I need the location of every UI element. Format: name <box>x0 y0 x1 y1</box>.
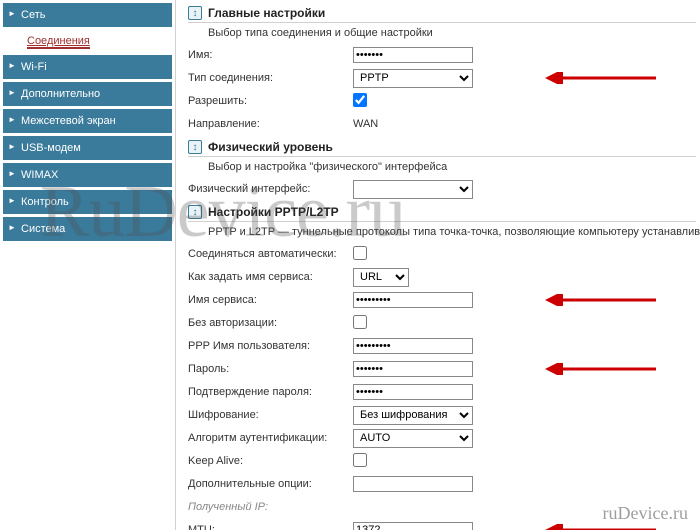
sidebar-item-wifi[interactable]: Wi-Fi <box>3 55 172 79</box>
section-desc: Выбор типа соединения и общие настройки <box>208 27 696 39</box>
sidebar-item-wimax[interactable]: WIMAX <box>3 163 172 187</box>
sidebar-item-control[interactable]: Контроль <box>3 190 172 214</box>
label-auth-algo: Алгоритм аутентификации: <box>188 432 353 444</box>
sidebar-item-advanced[interactable]: Дополнительно <box>3 82 172 106</box>
keep-alive-checkbox[interactable] <box>353 453 367 467</box>
no-auth-checkbox[interactable] <box>353 315 367 329</box>
label-password-confirm: Подтверждение пароля: <box>188 386 353 398</box>
extra-opts-input[interactable] <box>353 476 473 492</box>
label-phys-iface: Физический интерфейс: <box>188 183 353 195</box>
auto-connect-checkbox[interactable] <box>353 246 367 260</box>
sidebar-item-network[interactable]: Сеть <box>3 3 172 27</box>
section-desc: PPTP и L2TP — туннельные протоколы типа … <box>208 226 696 238</box>
label-ppp-user: PPP Имя пользователя: <box>188 340 353 352</box>
label-password: Пароль: <box>188 363 353 375</box>
label-encryption: Шифрование: <box>188 409 353 421</box>
password-confirm-input[interactable] <box>353 384 473 400</box>
label-no-auth: Без авторизации: <box>188 317 353 329</box>
sidebar-item-system[interactable]: Система <box>3 217 172 241</box>
arrow-annotation-icon <box>538 72 658 84</box>
sidebar-item-firewall[interactable]: Межсетевой экран <box>3 109 172 133</box>
sidebar: Сеть Соединения Wi-Fi Дополнительно Межс… <box>0 0 175 530</box>
collapse-icon[interactable]: ↕ <box>188 6 202 20</box>
label-name: Имя: <box>188 49 353 61</box>
encryption-select[interactable]: Без шифрования <box>353 406 473 425</box>
label-service-name: Имя сервиса: <box>188 294 353 306</box>
section-title: Главные настройки <box>208 6 325 20</box>
label-mtu: MTU: <box>188 524 353 530</box>
label-conn-type: Тип соединения: <box>188 72 353 84</box>
collapse-icon[interactable]: ↕ <box>188 140 202 154</box>
conn-type-select[interactable]: PPTP <box>353 69 473 88</box>
section-header-phys: ↕ Физический уровень <box>188 140 696 157</box>
direction-value: WAN <box>353 118 378 130</box>
label-direction: Направление: <box>188 118 353 130</box>
service-name-input[interactable] <box>353 292 473 308</box>
sidebar-item-usb-modem[interactable]: USB-модем <box>3 136 172 160</box>
mtu-input[interactable] <box>353 522 473 530</box>
label-extra-opts: Дополнительные опции: <box>188 478 353 490</box>
sidebar-subitem-connections[interactable]: Соединения <box>3 30 172 52</box>
auth-algo-select[interactable]: AUTO <box>353 429 473 448</box>
allow-checkbox[interactable] <box>353 93 367 107</box>
label-service-how: Как задать имя сервиса: <box>188 271 353 283</box>
password-input[interactable] <box>353 361 473 377</box>
main-content: ↕ Главные настройки Выбор типа соединени… <box>175 0 700 530</box>
label-allow: Разрешить: <box>188 95 353 107</box>
arrow-annotation-icon <box>538 524 658 530</box>
collapse-icon[interactable]: ↕ <box>188 205 202 219</box>
label-keep-alive: Keep Alive: <box>188 455 353 467</box>
section-title: Настройки PPTP/L2TP <box>208 205 339 219</box>
label-obtained-ip: Полученный IP: <box>188 501 353 513</box>
section-desc: Выбор и настройка "физического" интерфей… <box>208 161 696 173</box>
section-header-main: ↕ Главные настройки <box>188 6 696 23</box>
section-header-pptp: ↕ Настройки PPTP/L2TP <box>188 205 696 222</box>
label-auto-connect: Соединяться автоматически: <box>188 248 353 260</box>
service-how-select[interactable]: URL <box>353 268 409 287</box>
phys-iface-select[interactable] <box>353 180 473 199</box>
ppp-user-input[interactable] <box>353 338 473 354</box>
arrow-annotation-icon <box>538 294 658 306</box>
section-title: Физический уровень <box>208 140 333 154</box>
name-input[interactable] <box>353 47 473 63</box>
arrow-annotation-icon <box>538 363 658 375</box>
